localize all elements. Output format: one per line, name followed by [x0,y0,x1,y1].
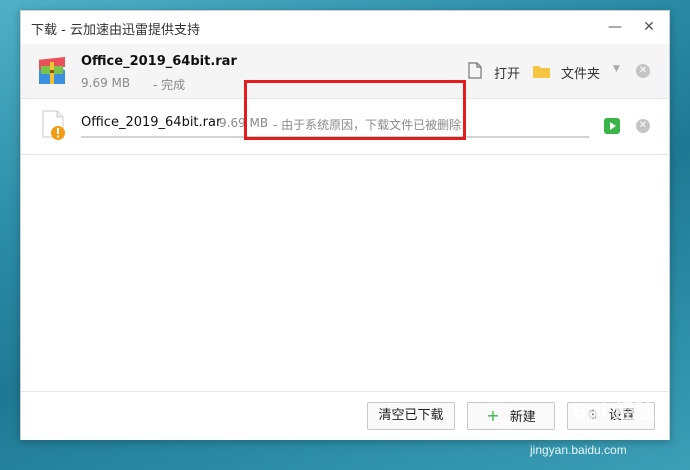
archive-icon [39,57,65,84]
new-download-label: 新建 [509,410,536,425]
download-window: 下载 - 云加速由迅雷提供支持 — ✕ Office_2019_64bit.ra… [20,10,670,440]
watermark-text: jingyan.baidu.com [530,443,627,457]
minimize-button[interactable]: — [605,17,625,37]
chevron-down-icon[interactable]: ▼ [613,64,620,74]
plus-icon: + [486,406,500,425]
close-button[interactable]: ✕ [639,17,659,37]
download-filename: Office_2019_64bit.rar [81,54,237,69]
open-file-icon[interactable] [468,62,482,79]
titlebar: 下载 - 云加速由迅雷提供支持 — ✕ [21,11,669,43]
resume-download-icon[interactable] [604,118,620,134]
open-button[interactable]: 打开 [494,63,520,82]
folder-icon[interactable] [533,64,550,78]
remove-item-icon[interactable]: ✕ [636,119,650,133]
window-title: 下载 - 云加速由迅雷提供支持 [31,23,200,38]
new-download-button[interactable]: + 新建 [467,402,555,430]
clear-downloaded-button[interactable]: 清空已下载 [367,402,455,430]
folder-button[interactable]: 文件夹 [561,63,600,82]
highlight-box [244,80,466,140]
download-size: 9.69 MB [81,76,131,90]
watermark-logo: Bai 经验 [572,399,655,423]
remove-item-icon[interactable]: ✕ [636,64,650,78]
download-status: - 完成 [153,78,186,92]
download-filename: Office_2019_64bit.rar [81,115,222,130]
warning-file-icon [42,110,65,140]
